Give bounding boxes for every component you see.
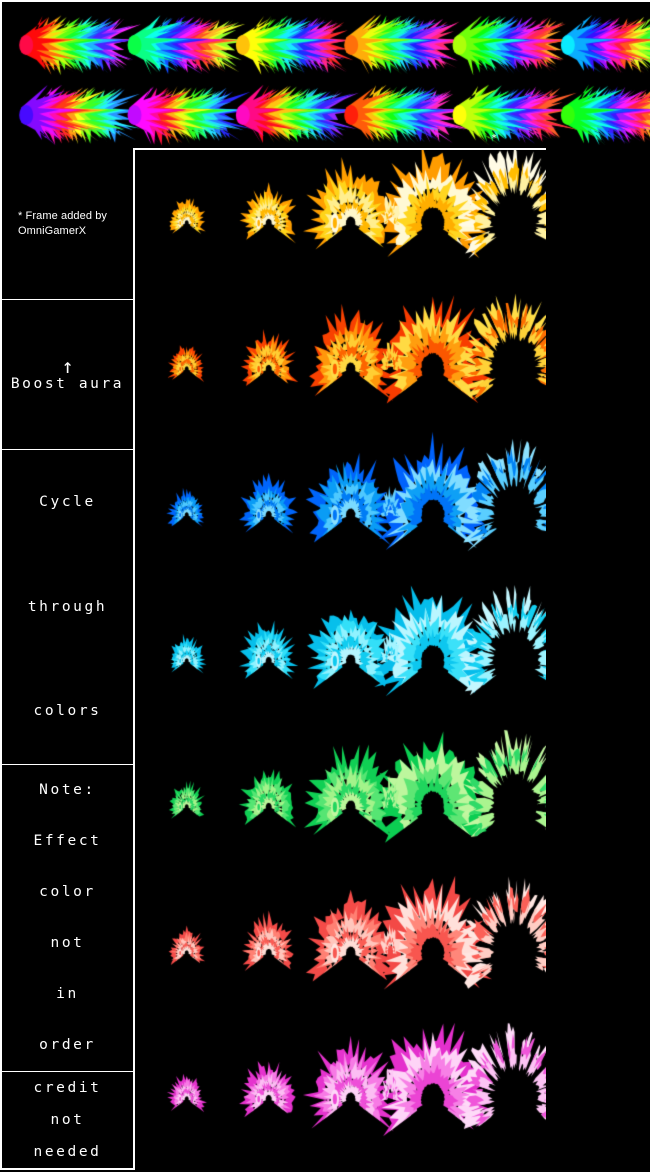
top-preview-frame (0, 0, 650, 150)
credit-needed-line-1: credit (33, 1079, 102, 1096)
note-line-1: Note: (39, 782, 96, 799)
boost-aura-grid-canvas (135, 150, 546, 1172)
right-empty-area (546, 148, 650, 1170)
credit-needed-line-3: needed (33, 1143, 102, 1160)
note-line-3: color (39, 884, 96, 901)
notes-column: * Frame added by OmniGamerX ↑ Boost aura… (0, 148, 135, 1170)
up-arrow-icon: ↑ (61, 354, 74, 379)
rainbow-comet-strip-canvas (2, 2, 650, 150)
boost-aura-note-cell: ↑ Boost aura (2, 300, 133, 450)
note-line-6: order (39, 1037, 96, 1054)
note-line-4: not (50, 935, 85, 952)
asterisk-marker: * (491, 133, 498, 144)
boost-aura-label: Boost aura (10, 376, 125, 393)
sprite-sheet-root: * * Frame added by OmniGamerX ↑ Boost au… (0, 0, 650, 1172)
cycle-line-2: through (27, 598, 108, 615)
credit-needed-line-2: not (50, 1111, 85, 1128)
credit-note-cell: * Frame added by OmniGamerX (2, 148, 133, 300)
credit-not-needed-note-cell: credit not needed (2, 1072, 133, 1168)
cycle-line-1: Cycle (39, 494, 96, 511)
note-line-2: Effect (33, 833, 102, 850)
color-order-note-cell: Note: Effect color not in order (2, 765, 133, 1072)
cycle-colors-note-cell: Cycle through colors (2, 450, 133, 765)
credit-line-1: * Frame added by (18, 209, 108, 222)
credit-line-2: OmniGamerX (18, 224, 87, 237)
sprite-grid-frame (135, 148, 546, 1172)
cycle-line-3: colors (33, 703, 102, 720)
note-line-5: in (56, 986, 79, 1003)
